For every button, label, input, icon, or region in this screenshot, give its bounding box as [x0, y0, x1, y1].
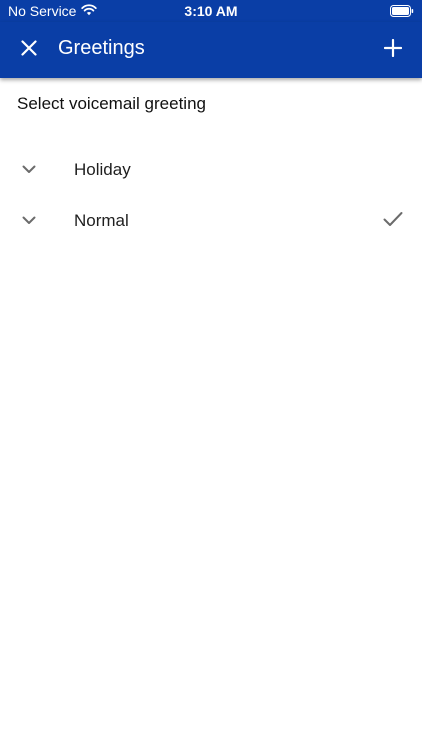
greeting-label: Holiday: [74, 160, 131, 179]
expand-toggle-holiday[interactable]: [15, 158, 43, 182]
app-bar: Greetings: [0, 22, 422, 78]
greetings-screen: No Service 3:10 AM Greetings Select voic…: [0, 0, 422, 750]
greeting-row-holiday[interactable]: Holiday: [0, 145, 422, 196]
status-bar: No Service 3:10 AM: [0, 0, 422, 22]
plus-icon: [383, 38, 403, 62]
expand-toggle-normal[interactable]: [15, 209, 43, 233]
greeting-row-normal[interactable]: Normal: [0, 196, 422, 247]
add-greeting-button[interactable]: [378, 35, 408, 65]
selected-check-normal: [380, 209, 406, 233]
section-heading: Select voicemail greeting: [17, 94, 206, 113]
greeting-label: Normal: [74, 211, 129, 230]
close-button[interactable]: [14, 35, 44, 65]
close-icon: [21, 39, 37, 61]
battery-icon: [390, 4, 414, 20]
chevron-down-icon: [22, 212, 36, 230]
status-time: 3:10 AM: [184, 3, 238, 19]
status-right: [390, 4, 414, 20]
greeting-list: Holiday Normal: [0, 145, 422, 247]
chevron-down-icon: [22, 161, 36, 179]
check-icon: [383, 211, 403, 232]
page-title: Greetings: [58, 37, 145, 59]
